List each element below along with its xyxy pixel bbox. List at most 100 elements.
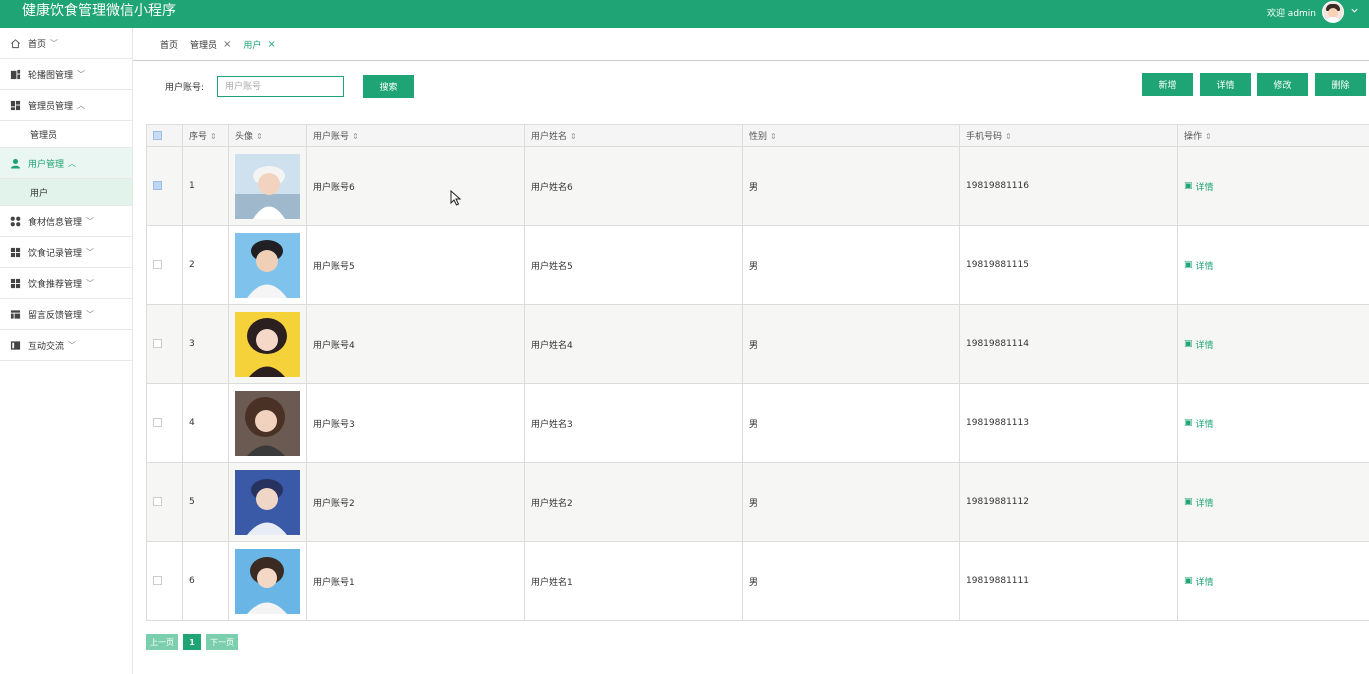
column-header[interactable]: 操作 ⇕ xyxy=(1177,124,1369,147)
chevron-down-icon: ﹀ xyxy=(50,38,59,48)
sidebar-item-label: 饮食记录管理 xyxy=(28,248,83,259)
table-header-row: 序号 ⇕ 头像 ⇕ 用户账号 ⇕ 用户姓名 ⇕ 性别 ⇕ 手机号码 ⇕ 操作 ⇕ xyxy=(146,124,1369,147)
row-detail-link[interactable]: ▣ 详情 xyxy=(1184,575,1369,588)
sort-icon: ⇕ xyxy=(1205,132,1212,141)
sidebar-item-diet-record-management[interactable]: 饮食记录管理 ﹀ xyxy=(0,237,132,268)
chevron-down-icon: ﹀ xyxy=(68,340,77,350)
column-header[interactable]: 手机号码 ⇕ xyxy=(959,124,1178,147)
row-checkbox[interactable] xyxy=(153,497,162,506)
user-photo xyxy=(235,548,300,614)
gender-cell: 男 xyxy=(742,462,960,542)
account-cell: 用户账号2 xyxy=(306,462,525,542)
grid-icon xyxy=(9,246,21,258)
avatar-cell xyxy=(228,541,307,621)
pagination: 上一页 1 下一页 xyxy=(146,634,238,650)
row-checkbox[interactable] xyxy=(153,339,162,348)
row-checkbox[interactable] xyxy=(153,260,162,269)
row-index: 1 xyxy=(182,146,229,226)
grid-icon xyxy=(9,99,21,111)
select-all-cell xyxy=(146,124,183,147)
sort-icon: ⇕ xyxy=(256,132,263,141)
user-photo xyxy=(235,469,300,535)
column-header[interactable]: 头像 ⇕ xyxy=(228,124,307,147)
app-title: 健康饮食管理微信小程序 xyxy=(22,3,176,19)
name-cell: 用户姓名3 xyxy=(524,383,743,463)
account-cell: 用户账号3 xyxy=(306,383,525,463)
table-row[interactable]: 4 用户账号3 用户姓名3 男 19819881113 ▣ 详情 xyxy=(146,383,1369,463)
sidebar-item-label: 管理员管理 xyxy=(28,101,74,112)
chevron-up-icon: ︿ xyxy=(68,158,77,168)
phone-cell: 19819881116 xyxy=(959,146,1178,226)
column-header[interactable]: 用户账号 ⇕ xyxy=(306,124,525,147)
sort-icon: ⇕ xyxy=(570,132,577,141)
table-row[interactable]: 3 用户账号4 用户姓名4 男 19819881114 ▣ 详情 xyxy=(146,304,1369,384)
prev-page-button[interactable]: 上一页 xyxy=(146,634,178,650)
user-photo xyxy=(235,232,300,298)
phone-cell: 19819881114 xyxy=(959,304,1178,384)
sidebar-item-diet-recommend-management[interactable]: 饮食推荐管理 ﹀ xyxy=(0,268,132,299)
user-photo xyxy=(235,311,300,377)
search-button[interactable]: 搜索 xyxy=(363,75,414,98)
sidebar-item-user-management[interactable]: 用户管理 ︿ xyxy=(0,148,132,179)
grid-icon xyxy=(9,277,21,289)
row-index: 2 xyxy=(182,225,229,305)
column-header[interactable]: 序号 ⇕ xyxy=(182,124,229,147)
row-detail-link[interactable]: ▣ 详情 xyxy=(1184,417,1369,430)
user-menu[interactable]: 欢迎 admin xyxy=(1267,0,1359,24)
search-input[interactable] xyxy=(217,76,344,97)
gender-cell: 男 xyxy=(742,541,960,621)
row-checkbox[interactable] xyxy=(153,418,162,427)
row-detail-link[interactable]: ▣ 详情 xyxy=(1184,496,1369,509)
detail-button[interactable]: 详情 xyxy=(1200,73,1251,96)
sidebar-item-feedback-management[interactable]: 留言反馈管理 ﹀ xyxy=(0,299,132,330)
dots-icon xyxy=(9,215,21,227)
close-icon[interactable]: × xyxy=(267,39,275,50)
account-cell: 用户账号6 xyxy=(306,146,525,226)
tab-user[interactable]: 用户 × xyxy=(243,38,275,51)
avatar-cell xyxy=(228,462,307,542)
sidebar-subitem-admin[interactable]: 管理员 xyxy=(0,121,132,148)
page-number[interactable]: 1 xyxy=(183,634,201,650)
row-checkbox[interactable] xyxy=(153,181,162,190)
sidebar-item-label: 首页 xyxy=(28,39,47,50)
sidebar-item-interaction[interactable]: 互动交流 ﹀ xyxy=(0,330,132,361)
sidebar-item-admin-management[interactable]: 管理员管理 ︿ xyxy=(0,90,132,121)
sidebar-item-carousel[interactable]: 轮播图管理 ﹀ xyxy=(0,59,132,90)
sidebar-item-label: 留言反馈管理 xyxy=(28,310,83,321)
search-label: 用户账号: xyxy=(165,83,205,93)
select-all-checkbox[interactable] xyxy=(153,130,162,140)
delete-button[interactable]: 删除 xyxy=(1315,73,1366,96)
tab-home[interactable]: 首页 xyxy=(160,38,178,51)
chevron-down-icon[interactable] xyxy=(1350,6,1359,18)
row-checkbox[interactable] xyxy=(153,576,162,585)
name-cell: 用户姓名4 xyxy=(524,304,743,384)
column-header[interactable]: 性别 ⇕ xyxy=(742,124,960,147)
top-bar: 健康饮食管理微信小程序 欢迎 admin xyxy=(0,0,1369,28)
avatar[interactable] xyxy=(1322,1,1344,23)
row-detail-link[interactable]: ▣ 详情 xyxy=(1184,338,1369,351)
row-detail-link[interactable]: ▣ 详情 xyxy=(1184,180,1369,193)
column-header[interactable]: 用户姓名 ⇕ xyxy=(524,124,743,147)
user-photo xyxy=(235,153,300,219)
next-page-button[interactable]: 下一页 xyxy=(206,634,238,650)
table-row[interactable]: 2 用户账号5 用户姓名5 男 19819881115 ▣ 详情 xyxy=(146,225,1369,305)
home-icon xyxy=(9,37,21,49)
tab-admin[interactable]: 管理员 × xyxy=(190,38,231,51)
close-icon[interactable]: × xyxy=(223,39,231,50)
sidebar-item-ingredient-management[interactable]: 食材信息管理 ﹀ xyxy=(0,206,132,237)
row-detail-link[interactable]: ▣ 详情 xyxy=(1184,259,1369,272)
sidebar-subitem-user[interactable]: 用户 xyxy=(0,179,132,206)
sidebar-item-label: 饮食推荐管理 xyxy=(28,279,83,290)
edit-button[interactable]: 修改 xyxy=(1257,73,1308,96)
sidebar-item-label: 用户管理 xyxy=(28,159,65,170)
table-row[interactable]: 5 用户账号2 用户姓名2 男 19819881112 ▣ 详情 xyxy=(146,462,1369,542)
sidebar-item-label: 互动交流 xyxy=(28,341,65,352)
phone-cell: 19819881113 xyxy=(959,383,1178,463)
add-button[interactable]: 新增 xyxy=(1142,73,1193,96)
gender-cell: 男 xyxy=(742,146,960,226)
chevron-down-icon: ﹀ xyxy=(86,216,95,226)
table-row[interactable]: 1 用户账号6 用户姓名6 男 19819881116 ▣ 详情 xyxy=(146,146,1369,226)
sidebar-item-home[interactable]: 首页 ﹀ xyxy=(0,28,132,59)
chevron-up-icon: ︿ xyxy=(77,100,86,110)
table-row[interactable]: 6 用户账号1 用户姓名1 男 19819881111 ▣ 详情 xyxy=(146,541,1369,621)
